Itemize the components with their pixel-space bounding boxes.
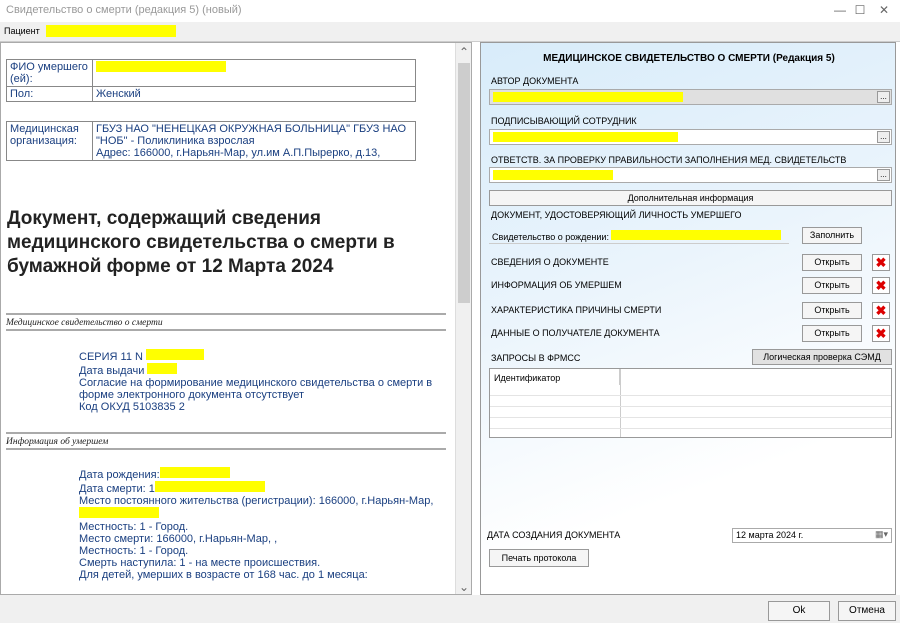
- window-title: Свидетельство о смерти (редакция 5) (нов…: [6, 4, 242, 16]
- okud-line: Код ОКУД 5103835 2: [79, 401, 185, 413]
- created-date-label: ДАТА СОЗДАНИЯ ДОКУМЕНТА: [487, 530, 621, 540]
- logic-check-button[interactable]: Логическая проверка СЭМД: [752, 349, 892, 365]
- locality1-line: Местность: 1 - Город.: [79, 521, 189, 533]
- frmss-label: ЗАПРОСЫ В ФРМСС: [491, 353, 581, 363]
- close-button[interactable]: ✕: [870, 1, 898, 19]
- org-table: Медицинская организация: ГБУЗ НАО "НЕНЕЦ…: [6, 121, 416, 161]
- title-bar: Свидетельство о смерти (редакция 5) (нов…: [0, 0, 900, 22]
- open-cause-button[interactable]: Открыть: [802, 302, 862, 319]
- id-doc-value: Свидетельство о рождении:: [492, 232, 609, 242]
- death-line: Дата смерти: 1: [79, 483, 155, 495]
- patient-bar: Пациент: [0, 22, 900, 42]
- section-deceased-header: Информация об умершем: [6, 432, 446, 450]
- section-deceased-body: Дата рождения: Дата смерти: 1 Место пост…: [79, 467, 459, 581]
- patient-label: Пациент: [4, 26, 40, 36]
- scroll-down-icon[interactable]: ⌄: [456, 578, 471, 594]
- consent-line: Согласие на формирование медицинского св…: [79, 377, 433, 401]
- signer-browse-button[interactable]: ...: [877, 131, 890, 143]
- author-label: АВТОР ДОКУМЕНТА: [491, 76, 579, 86]
- scroll-thumb[interactable]: [458, 63, 470, 303]
- issue-date-line: Дата выдачи: [79, 365, 145, 377]
- author-browse-button[interactable]: ...: [877, 91, 890, 103]
- delete-doc-icon[interactable]: ✖: [872, 254, 890, 271]
- occurred-line: Смерть наступила: 1 - на месте происшест…: [79, 557, 321, 569]
- document-preview: ФИО умершего (ей): Пол: Женский Медицинс…: [0, 42, 472, 595]
- dialog-footer: Ok Отмена: [0, 595, 900, 623]
- section-certificate-body: СЕРИЯ 11 N Дата выдачи Согласие на форми…: [79, 349, 459, 413]
- cancel-button[interactable]: Отмена: [838, 601, 896, 621]
- open-recipient-button[interactable]: Открыть: [802, 325, 862, 342]
- open-deceased-button[interactable]: Открыть: [802, 277, 862, 294]
- signer-field[interactable]: ...: [489, 129, 892, 145]
- certificate-form: МЕДИЦИНСКОЕ СВИДЕТЕЛЬСТВО О СМЕРТИ (Реда…: [480, 42, 896, 595]
- children-line: Для детей, умерших в возрасте от 168 час…: [79, 569, 368, 581]
- name-key: ФИО умершего (ей):: [6, 59, 93, 87]
- calendar-dropdown-icon[interactable]: ▦▾: [875, 529, 888, 540]
- fill-button[interactable]: Заполнить: [802, 227, 862, 244]
- open-doc-button[interactable]: Открыть: [802, 254, 862, 271]
- form-title: МЕДИЦИНСКОЕ СВИДЕТЕЛЬСТВО О СМЕРТИ (Реда…: [543, 53, 835, 64]
- print-protocol-button[interactable]: Печать протокола: [489, 549, 589, 567]
- signer-label: ПОДПИСЫВАЮЩИЙ СОТРУДНИК: [491, 116, 637, 126]
- section-label-cause: ХАРАКТЕРИСТИКА ПРИЧИНЫ СМЕРТИ: [491, 305, 662, 315]
- created-date-value: 12 марта 2024 г.: [736, 530, 804, 540]
- death-place-line: Место смерти: 166000, г.Нарьян-Мар, ,: [79, 533, 278, 545]
- document-heading: Документ, содержащий сведения медицинско…: [7, 208, 395, 277]
- checker-label: ОТВЕТСТВ. ЗА ПРОВЕРКУ ПРАВИЛЬНОСТИ ЗАПОЛ…: [491, 155, 847, 165]
- section-label-deceased: ИНФОРМАЦИЯ ОБ УМЕРШЕМ: [491, 280, 622, 290]
- locality2-line: Местность: 1 - Город.: [79, 545, 189, 557]
- org-value: ГБУЗ НАО "НЕНЕЦКАЯ ОКРУЖНАЯ БОЛЬНИЦА" ГБ…: [92, 121, 416, 161]
- ok-button[interactable]: Ok: [768, 601, 830, 621]
- org-key: Медицинская организация:: [6, 121, 93, 161]
- name-value: [92, 59, 416, 87]
- frmss-requests-grid[interactable]: Идентификатор: [489, 368, 892, 438]
- section-label-recipient: ДАННЫЕ О ПОЛУЧАТЕЛЕ ДОКУМЕНТА: [491, 328, 660, 338]
- extra-info-button[interactable]: Дополнительная информация: [489, 190, 892, 206]
- created-date-field[interactable]: 12 марта 2024 г. ▦▾: [732, 528, 892, 543]
- scroll-up-icon[interactable]: ⌃: [456, 43, 471, 61]
- patient-name-redacted: [46, 25, 176, 37]
- author-field[interactable]: ...: [489, 89, 892, 105]
- delete-cause-icon[interactable]: ✖: [872, 302, 890, 319]
- grid-header-identifier: Идентификатор: [490, 369, 620, 385]
- id-doc-field[interactable]: Свидетельство о рождении:: [489, 228, 789, 244]
- birth-line: Дата рождения:: [79, 469, 160, 481]
- id-doc-label: ДОКУМЕНТ, УДОСТОВЕРЯЮЩИЙ ЛИЧНОСТЬ УМЕРШЕ…: [491, 210, 742, 220]
- section-certificate-header: Медицинское свидетельство о смерти: [6, 313, 446, 331]
- series-line: СЕРИЯ 11 N: [79, 351, 143, 363]
- checker-field[interactable]: ...: [489, 167, 892, 183]
- delete-recipient-icon[interactable]: ✖: [872, 325, 890, 342]
- org-address: Адрес: 166000, г.Нарьян-Мар, ул.им А.П.П…: [96, 147, 381, 159]
- checker-browse-button[interactable]: ...: [877, 169, 890, 181]
- residence-line: Место постоянного жительства (регистраци…: [79, 495, 434, 507]
- vertical-scrollbar[interactable]: ⌃ ⌄: [455, 43, 471, 594]
- sex-key: Пол:: [6, 86, 93, 102]
- sex-value: Женский: [92, 86, 416, 102]
- delete-deceased-icon[interactable]: ✖: [872, 277, 890, 294]
- deceased-info-table: ФИО умершего (ей): Пол: Женский: [6, 59, 416, 102]
- section-label-doc: СВЕДЕНИЯ О ДОКУМЕНТЕ: [491, 257, 609, 267]
